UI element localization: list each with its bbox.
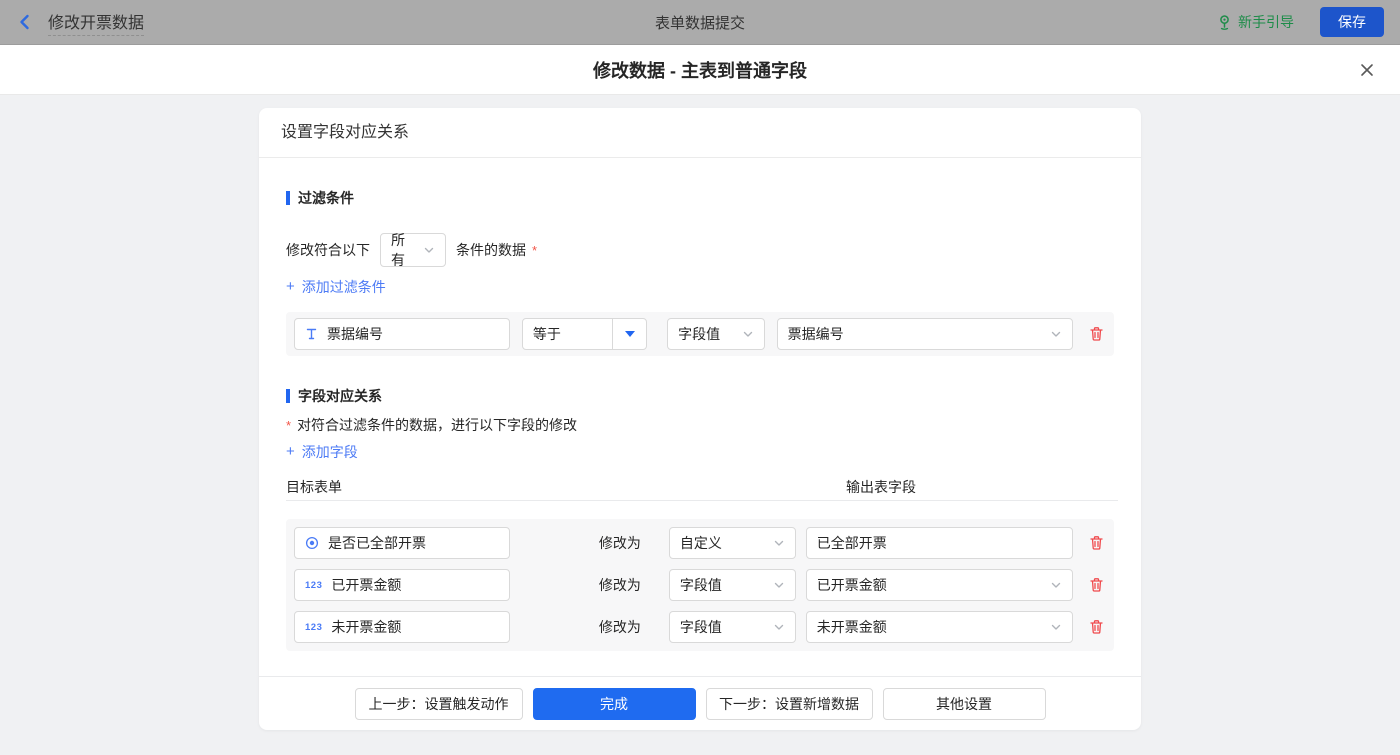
match-mode-select[interactable]: 所有 [380, 233, 446, 267]
target-field-box[interactable]: 123 未开票金额 [294, 611, 510, 643]
filter-condition-row: 票据编号 等于 字段值 票据编号 [294, 318, 1106, 350]
filter-field-label: 票据编号 [327, 324, 383, 344]
plus-icon: + [286, 445, 295, 459]
done-button[interactable]: 完成 [533, 688, 696, 720]
filter-conditions-panel: 票据编号 等于 字段值 票据编号 [286, 312, 1114, 356]
chevron-down-icon [773, 579, 785, 591]
guide-pin-icon [1217, 14, 1232, 31]
trash-icon [1089, 577, 1104, 593]
col-target-form: 目标表单 [286, 479, 342, 495]
col-output-field: 输出表字段 [846, 477, 916, 497]
wizard-footer: 上一步：设置触发动作 完成 下一步：设置新增数据 其他设置 [259, 676, 1141, 730]
chevron-down-icon [742, 328, 754, 340]
delete-row-button[interactable] [1087, 617, 1106, 637]
target-field-label: 是否已全部开票 [328, 533, 426, 553]
mapping-row: 123 已开票金额 修改为 字段值 已开票金额 [294, 569, 1106, 601]
divider [286, 500, 1118, 501]
add-filter-condition-link[interactable]: + 添加过滤条件 [286, 280, 386, 294]
close-icon[interactable] [1358, 61, 1376, 79]
prev-step-button[interactable]: 上一步：设置触发动作 [355, 688, 523, 720]
beginner-guide-link[interactable]: 新手引导 [1217, 12, 1294, 32]
delete-row-button[interactable] [1087, 533, 1106, 553]
dropdown-arrow-icon [612, 319, 646, 349]
modal-body: 设置字段对应关系 过滤条件 修改符合以下 所有 条件的数据 * + 添加过滤条件 [0, 95, 1400, 755]
custom-value-input[interactable] [806, 527, 1073, 559]
text-field-icon [305, 327, 318, 341]
filter-section-title: 过滤条件 [286, 191, 1114, 205]
number-field-icon: 123 [305, 622, 322, 633]
back-button[interactable] [16, 13, 34, 31]
match-suffix-label: 条件的数据 [456, 240, 526, 260]
field-mapping-panel: 是否已全部开票 修改为 自定义 [286, 519, 1114, 651]
chevron-down-icon [423, 244, 435, 256]
section-marker [286, 191, 290, 205]
flow-title[interactable]: 修改开票数据 [48, 9, 144, 36]
settings-card: 设置字段对应关系 过滤条件 修改符合以下 所有 条件的数据 * + 添加过滤条件 [259, 108, 1141, 730]
save-button[interactable]: 保存 [1320, 7, 1384, 37]
target-field-label: 未开票金额 [331, 617, 401, 637]
number-field-icon: 123 [305, 580, 322, 591]
page-title: 表单数据提交 [655, 12, 745, 33]
modal-title: 修改数据 - 主表到普通字段 [593, 57, 807, 83]
chevron-down-icon [773, 621, 785, 633]
mapping-section-title: 字段对应关系 [286, 389, 1114, 403]
chevron-down-icon [1050, 579, 1062, 591]
target-field-label: 已开票金额 [331, 575, 401, 595]
chevron-down-icon [773, 537, 785, 549]
required-mark: * [532, 243, 537, 258]
match-prefix-label: 修改符合以下 [286, 240, 370, 260]
target-field-box[interactable]: 是否已全部开票 [294, 527, 510, 559]
filter-field-box[interactable]: 票据编号 [294, 318, 510, 350]
value-type-select[interactable]: 字段值 [667, 318, 765, 350]
output-field-select[interactable]: 已开票金额 [806, 569, 1073, 601]
mapping-column-headers: 目标表单 输出表字段 [286, 477, 1114, 491]
modal-header: 修改数据 - 主表到普通字段 [0, 45, 1400, 95]
modify-type-select[interactable]: 字段值 [669, 569, 796, 601]
trash-icon [1089, 535, 1104, 551]
required-mark: * [286, 418, 291, 433]
modify-type-select[interactable]: 字段值 [669, 611, 796, 643]
beginner-guide-label: 新手引导 [1238, 12, 1294, 32]
match-condition-row: 修改符合以下 所有 条件的数据 * [286, 233, 1114, 267]
mapping-row: 是否已全部开票 修改为 自定义 [294, 527, 1106, 559]
modify-type-select[interactable]: 自定义 [669, 527, 796, 559]
modify-label: 修改为 [599, 617, 655, 637]
mapping-row: 123 未开票金额 修改为 字段值 未开票金额 [294, 611, 1106, 643]
plus-icon: + [286, 280, 295, 294]
modify-label: 修改为 [599, 533, 655, 553]
modify-label: 修改为 [599, 575, 655, 595]
chevron-down-icon [1050, 328, 1062, 340]
trash-icon [1089, 326, 1104, 342]
section-marker [286, 389, 290, 403]
top-bar: 修改开票数据 表单数据提交 新手引导 保存 [0, 0, 1400, 45]
delete-condition-button[interactable] [1087, 324, 1106, 344]
other-settings-button[interactable]: 其他设置 [883, 688, 1046, 720]
delete-row-button[interactable] [1087, 575, 1106, 595]
mapping-description: * 对符合过滤条件的数据，进行以下字段的修改 [286, 418, 1114, 432]
operator-select[interactable]: 等于 [522, 318, 647, 350]
back-chevron-icon [16, 13, 34, 31]
radio-field-icon [305, 536, 319, 550]
next-step-button[interactable]: 下一步：设置新增数据 [706, 688, 873, 720]
card-title: 设置字段对应关系 [259, 108, 1141, 158]
trash-icon [1089, 619, 1104, 635]
output-field-select[interactable]: 未开票金额 [806, 611, 1073, 643]
target-field-box[interactable]: 123 已开票金额 [294, 569, 510, 601]
add-field-link[interactable]: + 添加字段 [286, 445, 358, 459]
chevron-down-icon [1050, 621, 1062, 633]
value-field-select[interactable]: 票据编号 [777, 318, 1073, 350]
